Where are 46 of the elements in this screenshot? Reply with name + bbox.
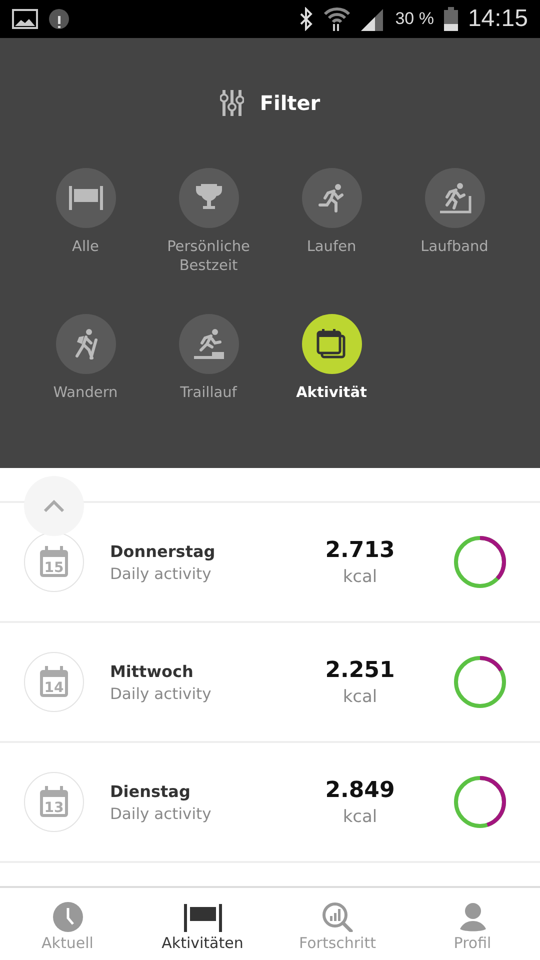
calendar-icon [316, 328, 348, 360]
activity-type: Daily activity [110, 804, 212, 822]
search-chart-icon [322, 902, 354, 932]
filter-option[interactable]: Alle [24, 168, 147, 304]
warning-ball-icon [48, 8, 70, 30]
picture-icon [12, 9, 38, 29]
trail-runner-icon [192, 328, 226, 360]
calorie-value: 2.849 [325, 778, 395, 802]
clock-time: 14:15 [468, 5, 528, 33]
bluetooth-icon [299, 7, 314, 31]
flag-icon [184, 904, 222, 932]
progress-ring [452, 774, 508, 830]
nav-tab[interactable]: Aktuell [0, 888, 135, 960]
activity-type: Daily activity [110, 564, 212, 582]
chevron-up-icon [43, 500, 65, 512]
calorie-value: 2.713 [325, 538, 395, 562]
day-name: Mittwoch [110, 662, 194, 680]
progress-ring [452, 534, 508, 590]
flag-icon [68, 185, 104, 211]
clock-icon [52, 902, 82, 932]
day-name: Donnerstag [110, 542, 216, 560]
calorie-value: 2.251 [325, 658, 395, 682]
filter-option[interactable]: Laufen [270, 168, 393, 304]
filter-option[interactable]: Traillauf [147, 314, 270, 450]
wifi-icon [323, 6, 352, 32]
nav-tab[interactable]: Profil [405, 888, 540, 960]
calorie-unit: kcal [342, 686, 378, 706]
filter-option[interactable]: Laufband [393, 168, 516, 304]
calorie-unit: kcal [342, 806, 378, 826]
filter-option[interactable]: Aktivität [270, 314, 393, 450]
treadmill-runner-icon [438, 182, 472, 214]
filter-title: Filter [260, 91, 320, 115]
activity-type: Daily activity [110, 684, 212, 702]
day-name: Dienstag [110, 782, 192, 800]
profile-icon [458, 902, 488, 932]
battery-percent: 30 % [395, 9, 434, 29]
nav-tab[interactable]: Fortschritt [270, 888, 405, 960]
runner-icon [316, 183, 346, 213]
filter-option[interactable]: Wandern [24, 314, 147, 450]
progress-ring [452, 654, 508, 710]
filter-option[interactable]: Persönliche Bestzeit [147, 168, 270, 304]
nav-tab[interactable]: Aktivitäten [135, 888, 270, 960]
signal-icon [361, 7, 386, 31]
sliders-icon [220, 89, 244, 117]
calorie-unit: kcal [342, 566, 378, 586]
battery-icon [444, 7, 458, 31]
